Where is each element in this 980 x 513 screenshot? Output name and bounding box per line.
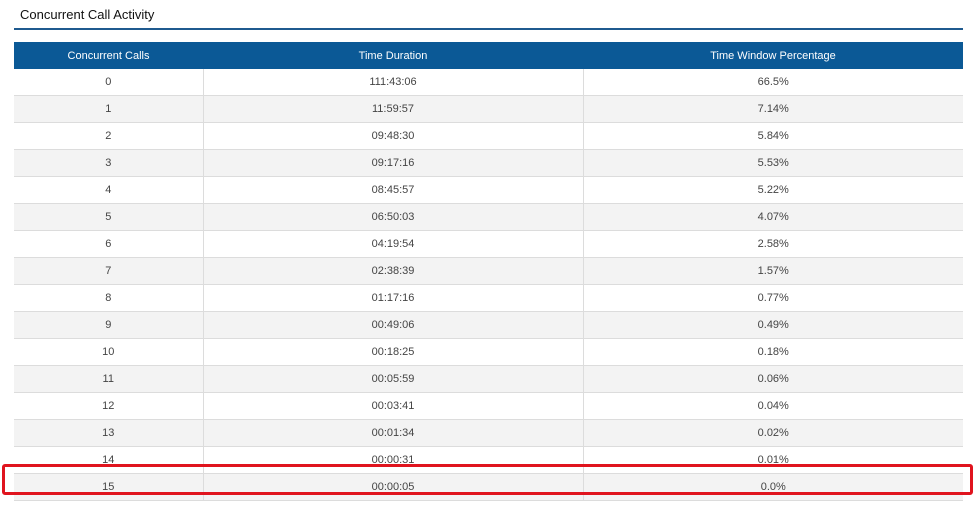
cell-time-duration: 00:01:34 bbox=[203, 419, 584, 447]
cell-time-duration: 111:43:06 bbox=[203, 69, 584, 96]
cell-time-duration: 09:48:30 bbox=[203, 122, 584, 150]
table-row: 2 09:48:30 5.84% bbox=[14, 122, 963, 150]
cell-time-duration: 09:17:16 bbox=[203, 149, 584, 177]
cell-time-window-percentage: 2.58% bbox=[583, 230, 963, 258]
cell-concurrent-calls: 10 bbox=[14, 338, 204, 366]
cell-time-window-percentage: 66.5% bbox=[583, 69, 963, 96]
table-row: 6 04:19:54 2.58% bbox=[14, 230, 963, 258]
table-row: 12 00:03:41 0.04% bbox=[14, 392, 963, 420]
cell-time-window-percentage: 0.49% bbox=[583, 311, 963, 339]
cell-time-window-percentage: 7.14% bbox=[583, 95, 963, 123]
column-header-time-duration[interactable]: Time Duration bbox=[203, 42, 583, 69]
table-body: 0 111:43:06 66.5% 1 11:59:57 7.14% 2 09:48:30 5.… bbox=[14, 69, 963, 501]
cell-time-window-percentage: 0.06% bbox=[583, 365, 963, 393]
table-row: 3 09:17:16 5.53% bbox=[14, 149, 963, 177]
cell-time-duration: 00:49:06 bbox=[203, 311, 584, 339]
table-row: 7 02:38:39 1.57% bbox=[14, 257, 963, 285]
cell-time-duration: 00:18:25 bbox=[203, 338, 584, 366]
cell-concurrent-calls: 3 bbox=[14, 149, 204, 177]
table-row: 13 00:01:34 0.02% bbox=[14, 419, 963, 447]
highlight-box bbox=[2, 464, 973, 495]
section-title: Concurrent Call Activity bbox=[20, 7, 155, 22]
table-row: 10 00:18:25 0.18% bbox=[14, 338, 963, 366]
cell-concurrent-calls: 6 bbox=[14, 230, 204, 258]
cell-time-duration: 06:50:03 bbox=[203, 203, 584, 231]
table-row: 4 08:45:57 5.22% bbox=[14, 176, 963, 204]
cell-concurrent-calls: 12 bbox=[14, 392, 204, 420]
column-header-concurrent-calls[interactable]: Concurrent Calls bbox=[14, 42, 203, 69]
table-row: 9 00:49:06 0.49% bbox=[14, 311, 963, 339]
table-row: 11 00:05:59 0.06% bbox=[14, 365, 963, 393]
title-underline bbox=[14, 28, 963, 30]
cell-concurrent-calls: 2 bbox=[14, 122, 204, 150]
cell-time-duration: 00:05:59 bbox=[203, 365, 584, 393]
cell-concurrent-calls: 4 bbox=[14, 176, 204, 204]
cell-time-duration: 01:17:16 bbox=[203, 284, 584, 312]
cell-time-window-percentage: 4.07% bbox=[583, 203, 963, 231]
cell-time-window-percentage: 5.53% bbox=[583, 149, 963, 177]
cell-concurrent-calls: 8 bbox=[14, 284, 204, 312]
cell-time-window-percentage: 1.57% bbox=[583, 257, 963, 285]
concurrent-call-table-container: Concurrent Calls Time Duration Time Wind… bbox=[14, 42, 963, 501]
cell-concurrent-calls: 5 bbox=[14, 203, 204, 231]
cell-time-duration: 08:45:57 bbox=[203, 176, 584, 204]
cell-concurrent-calls: 7 bbox=[14, 257, 204, 285]
column-header-time-window-percentage[interactable]: Time Window Percentage bbox=[583, 42, 963, 69]
cell-time-window-percentage: 0.02% bbox=[583, 419, 963, 447]
cell-time-duration: 04:19:54 bbox=[203, 230, 584, 258]
cell-time-window-percentage: 5.22% bbox=[583, 176, 963, 204]
table-header-row: Concurrent Calls Time Duration Time Wind… bbox=[14, 42, 963, 69]
table-row: 1 11:59:57 7.14% bbox=[14, 95, 963, 123]
cell-time-window-percentage: 0.77% bbox=[583, 284, 963, 312]
cell-concurrent-calls: 11 bbox=[14, 365, 204, 393]
cell-time-duration: 02:38:39 bbox=[203, 257, 584, 285]
table-row: 0 111:43:06 66.5% bbox=[14, 69, 963, 96]
cell-time-window-percentage: 0.18% bbox=[583, 338, 963, 366]
table-row: 5 06:50:03 4.07% bbox=[14, 203, 963, 231]
cell-time-duration: 00:03:41 bbox=[203, 392, 584, 420]
table-row: 8 01:17:16 0.77% bbox=[14, 284, 963, 312]
cell-concurrent-calls: 0 bbox=[14, 69, 204, 96]
concurrent-call-table: Concurrent Calls Time Duration Time Wind… bbox=[14, 42, 963, 501]
cell-time-duration: 11:59:57 bbox=[203, 95, 584, 123]
cell-concurrent-calls: 9 bbox=[14, 311, 204, 339]
cell-concurrent-calls: 13 bbox=[14, 419, 204, 447]
cell-time-window-percentage: 0.04% bbox=[583, 392, 963, 420]
cell-concurrent-calls: 1 bbox=[14, 95, 204, 123]
cell-time-window-percentage: 5.84% bbox=[583, 122, 963, 150]
